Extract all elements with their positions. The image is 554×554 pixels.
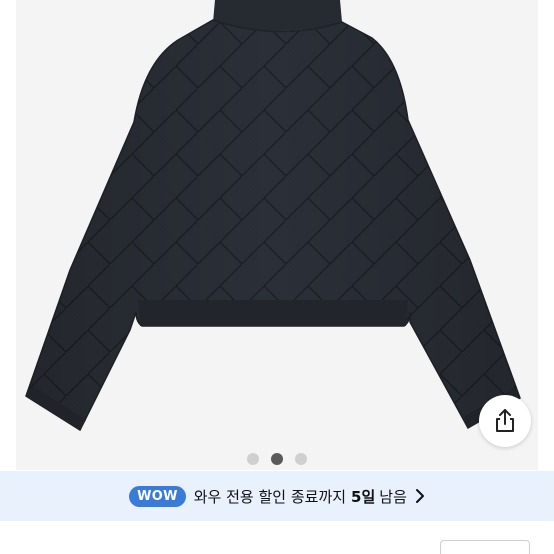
wow-badge: WOW [129, 485, 186, 507]
carousel-dot-2[interactable] [271, 453, 283, 465]
image-right-margin [538, 0, 554, 470]
carousel-dots [0, 452, 554, 466]
image-left-margin [0, 0, 16, 470]
option-button[interactable] [440, 540, 530, 554]
carousel-dot-3[interactable] [295, 453, 307, 465]
wow-remain-label: 남음 [379, 487, 407, 506]
wow-banner-text: 와우 전용 할인 종료까지 [193, 487, 347, 506]
share-button[interactable] [479, 395, 531, 447]
wow-discount-banner[interactable]: WOW 와우 전용 할인 종료까지 5일 남음 [0, 471, 554, 521]
product-image [25, 0, 521, 432]
wow-days-remaining: 5일 [351, 487, 376, 506]
product-image-area[interactable] [0, 0, 554, 470]
carousel-dot-1[interactable] [247, 453, 259, 465]
share-icon [496, 409, 514, 432]
chevron-right-icon [415, 488, 425, 504]
